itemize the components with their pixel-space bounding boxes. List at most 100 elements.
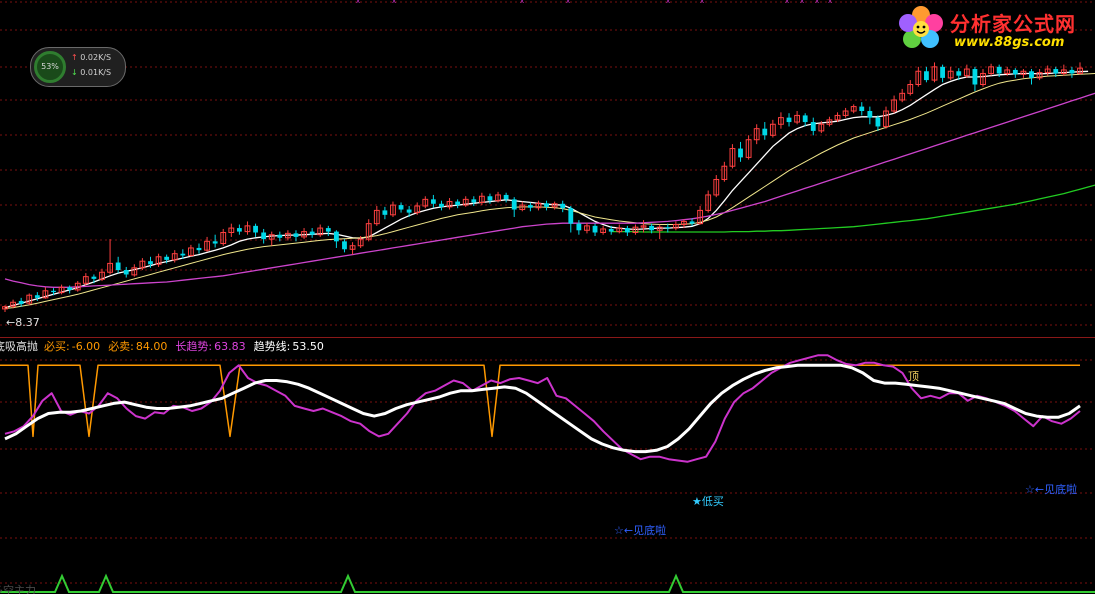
candle-body-down	[544, 203, 549, 207]
candle-body-down	[261, 232, 267, 240]
top-marker: x	[815, 0, 819, 5]
candle-body-down	[972, 69, 978, 85]
candle-body-down	[503, 194, 509, 200]
candle-body-down	[859, 106, 865, 112]
flower-logo-icon	[899, 6, 943, 48]
download-speed-value: 0.01K/S	[80, 68, 112, 77]
network-speed-widget[interactable]: 53% ↑ 0.02K/S ↓ 0.01K/S	[30, 47, 126, 87]
legend-sell-name: 必卖:	[108, 340, 134, 353]
logo-url: www.88gs.com	[954, 35, 1065, 50]
candle-body-down	[624, 228, 630, 233]
candle-body-down	[738, 148, 743, 158]
logo-title: 分析家公式网	[950, 12, 1076, 36]
candle-body-down	[34, 295, 40, 298]
candle-body-down	[560, 203, 566, 209]
candle-body-down	[802, 115, 808, 123]
candle-body-down	[689, 221, 695, 224]
candle-body-down	[196, 247, 202, 251]
annotation-low-buy: ★低买	[692, 495, 724, 508]
legend-trend-line-name: 趋势线:	[254, 339, 291, 353]
top-marker: x	[392, 0, 396, 5]
candle-body-down	[956, 71, 962, 76]
moving-average-line	[4, 70, 1089, 309]
moving-average-line	[4, 73, 1095, 309]
download-speed: ↓ 0.01K/S	[71, 68, 111, 77]
candle-body-down	[382, 210, 388, 215]
annotation-bottom-2: ☆←见底啦	[1025, 482, 1077, 496]
candle-body-down	[786, 117, 792, 123]
indicator-legend: 底吸高抛必买:-6.00 必卖:84.00 长趋势:63.83 趋势线:53.50	[0, 339, 324, 353]
legend-long-trend-value: 63.83	[214, 340, 246, 353]
candle-body-down	[180, 253, 186, 256]
signal-panel[interactable]	[0, 573, 1095, 593]
candle-body-down	[1029, 71, 1034, 78]
candle-body-down	[115, 262, 121, 271]
price-label-arrow: ←	[6, 316, 15, 329]
top-marker: x	[785, 0, 789, 5]
candle-body-down	[164, 256, 170, 260]
candle-body-down	[1069, 69, 1075, 74]
candle-body-down	[293, 233, 299, 237]
candle-body-down	[148, 261, 153, 265]
top-marker: x	[520, 0, 524, 5]
candle-body-down	[576, 223, 582, 231]
legend-buy-value: -6.00	[72, 340, 100, 353]
candle-body-down	[511, 199, 517, 210]
candle-body-down	[18, 300, 24, 305]
candle-body-down	[439, 203, 444, 207]
candle-body-down	[527, 205, 533, 208]
arrow-up-icon: ↑	[71, 53, 78, 62]
candle-body-down	[996, 66, 1002, 74]
candle-body-down	[277, 234, 283, 238]
top-marker: x	[666, 0, 670, 5]
candle-body-down	[568, 208, 574, 224]
candle-body-down	[608, 228, 614, 232]
site-logo: 分析家公式网 www.88gs.com	[896, 2, 1092, 54]
candle-body-down	[325, 228, 331, 232]
speed-percent-ring: 53%	[34, 51, 66, 83]
top-marker: x	[800, 0, 804, 5]
candle-body-down	[398, 205, 404, 210]
legend-sell-value: 84.00	[136, 340, 168, 353]
annotation-bottom-1: ☆←见底啦	[614, 523, 666, 537]
legend-buy-name: 必买:	[44, 340, 70, 353]
candle-body-down	[875, 117, 881, 127]
candle-body-down	[91, 276, 97, 279]
candle-body-down	[123, 270, 129, 275]
candle-body-down	[430, 199, 436, 204]
candle-body-down	[253, 225, 258, 233]
legend-trend-line-value: 53.50	[292, 340, 324, 353]
stock-chart[interactable]: x x x x x x x x x x ←8.37 底吸高抛必买:-6.00 必卖:84.00 长趋势…	[0, 0, 1095, 594]
candle-body-down	[762, 128, 768, 136]
candle-body-down	[236, 228, 242, 232]
candle-body-down	[51, 290, 56, 293]
candle-body-down	[309, 231, 315, 235]
top-marker: x	[566, 0, 570, 5]
candle-body-down	[1012, 69, 1018, 75]
top-marker: x	[700, 0, 704, 5]
candle-body-down	[406, 209, 412, 213]
price-label-value: 8.37	[15, 316, 40, 329]
candle-body-down	[649, 225, 655, 231]
annotation-top: 顶	[908, 370, 919, 383]
signal-line	[0, 573, 1095, 593]
candle-body-down	[333, 231, 339, 242]
upload-speed-value: 0.02K/S	[80, 53, 112, 62]
upload-speed: ↑ 0.02K/S	[71, 53, 111, 62]
candle-body-down	[810, 122, 816, 131]
candle-body-down	[342, 241, 347, 250]
arrow-down-icon: ↓	[71, 68, 78, 77]
top-marker: x	[356, 0, 360, 5]
candle-body-down	[212, 241, 218, 244]
candle-body-down	[867, 111, 873, 118]
grid-lines: xxxxxxxxxx	[0, 0, 1095, 584]
indicator-title: 底吸高抛	[0, 339, 38, 353]
candle-body-down	[67, 287, 73, 290]
candle-body-down	[924, 71, 929, 81]
candle-body-down	[940, 66, 946, 78]
candle-body-down	[665, 227, 671, 229]
candle-body-down	[471, 199, 477, 203]
candle-body-down	[592, 225, 598, 233]
candle-body-down	[455, 201, 461, 206]
signal-panel-title: 多空主力	[0, 583, 36, 594]
